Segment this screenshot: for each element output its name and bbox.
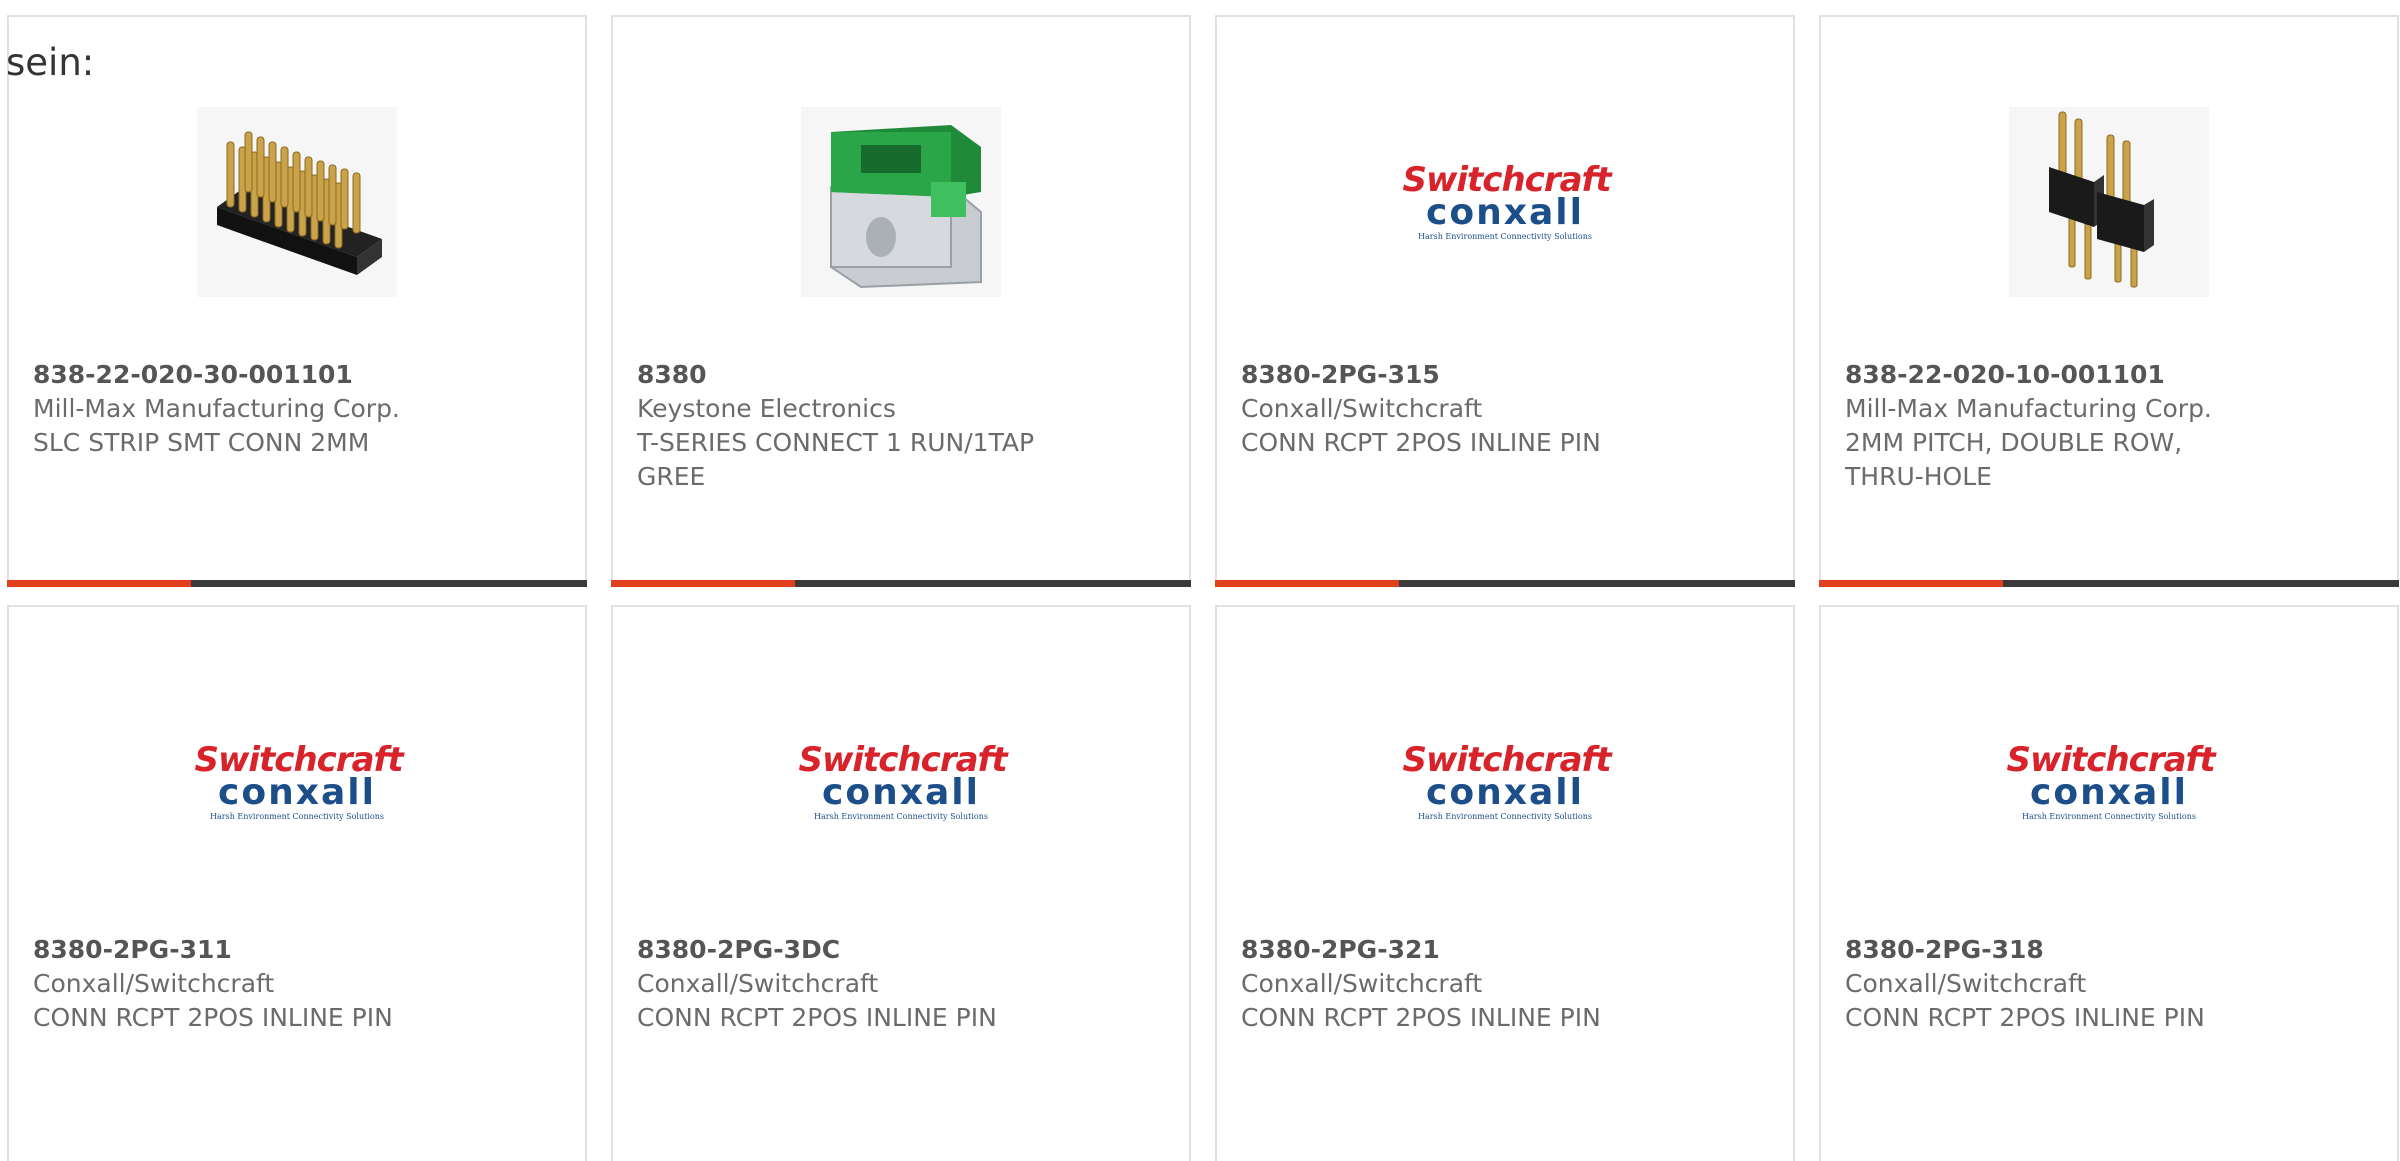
green-connector-image <box>801 107 1001 297</box>
description: SLC STRIP SMT CONN 2MM <box>33 428 370 457</box>
logo-line-2: conxall <box>1426 192 1584 233</box>
part-number[interactable]: 8380-2PG-315 <box>1241 358 1769 392</box>
manufacturer: Conxall/Switchcraft <box>1845 969 2087 998</box>
pin-strip-smt-image <box>197 107 397 297</box>
product-image-wrap: Switchcraft conxall Harsh Environment Co… <box>613 677 1189 887</box>
product-card[interactable]: Switchcraft conxall Harsh Environment Co… <box>611 605 1191 1161</box>
switchcraft-conxall-logo: Switchcraft conxall Harsh Environment Co… <box>799 743 1008 821</box>
description: 2MM PITCH, DOUBLE ROW, THRU-HOLE <box>1845 428 2183 491</box>
part-number[interactable]: 8380-2PG-321 <box>1241 933 1769 967</box>
card-bottom-bar <box>7 580 587 587</box>
product-info: 838-22-020-10-001101 Mill-Max Manufactur… <box>1845 358 2373 494</box>
manufacturer: Keystone Electronics <box>637 394 896 423</box>
product-grid: 838-22-020-30-001101 Mill-Max Manufactur… <box>0 0 2400 1161</box>
product-info: 8380-2PG-321 Conxall/Switchcraft CONN RC… <box>1241 933 1769 1035</box>
product-card[interactable]: 8380 Keystone Electronics T-SERIES CONNE… <box>611 15 1191 587</box>
card-bottom-bar <box>1819 580 2399 587</box>
part-number[interactable]: 8380-2PG-3DC <box>637 933 1165 967</box>
card-bar-accent <box>1215 580 1399 587</box>
description: CONN RCPT 2POS INLINE PIN <box>1241 1003 1601 1032</box>
product-info: 8380 Keystone Electronics T-SERIES CONNE… <box>637 358 1165 494</box>
product-info: 838-22-020-30-001101 Mill-Max Manufactur… <box>33 358 561 460</box>
card-bar-accent <box>611 580 795 587</box>
product-image-wrap: Switchcraft conxall Harsh Environment Co… <box>1217 97 1793 307</box>
description: CONN RCPT 2POS INLINE PIN <box>1845 1003 2205 1032</box>
switchcraft-conxall-logo: Switchcraft conxall Harsh Environment Co… <box>1403 163 1612 241</box>
product-card[interactable]: Switchcraft conxall Harsh Environment Co… <box>1819 605 2399 1161</box>
logo-line-2: conxall <box>1426 772 1584 813</box>
description: CONN RCPT 2POS INLINE PIN <box>637 1003 997 1032</box>
logo-line-3: Harsh Environment Connectivity Solutions <box>210 812 384 821</box>
manufacturer: Conxall/Switchcraft <box>33 969 275 998</box>
product-image-wrap <box>1821 97 2397 307</box>
logo-line-2: conxall <box>822 772 980 813</box>
manufacturer: Mill-Max Manufacturing Corp. <box>33 394 400 423</box>
logo-line-2: conxall <box>2030 772 2188 813</box>
part-number[interactable]: 8380 <box>637 358 1165 392</box>
product-card[interactable]: 838-22-020-30-001101 Mill-Max Manufactur… <box>7 15 587 587</box>
part-number[interactable]: 8380-2PG-318 <box>1845 933 2373 967</box>
part-number[interactable]: 838-22-020-30-001101 <box>33 358 561 392</box>
product-image-wrap <box>613 97 1189 307</box>
product-image-wrap: Switchcraft conxall Harsh Environment Co… <box>9 677 585 887</box>
logo-line-2: conxall <box>218 772 376 813</box>
part-number[interactable]: 8380-2PG-311 <box>33 933 561 967</box>
product-image-wrap: Switchcraft conxall Harsh Environment Co… <box>1217 677 1793 887</box>
product-info: 8380-2PG-315 Conxall/Switchcraft CONN RC… <box>1241 358 1769 460</box>
manufacturer: Mill-Max Manufacturing Corp. <box>1845 394 2212 423</box>
logo-line-3: Harsh Environment Connectivity Solutions <box>814 812 988 821</box>
pin-header-thru-hole-image <box>2009 107 2209 297</box>
switchcraft-conxall-logo: Switchcraft conxall Harsh Environment Co… <box>1403 743 1612 821</box>
product-card[interactable]: Switchcraft conxall Harsh Environment Co… <box>1215 15 1795 587</box>
manufacturer: Conxall/Switchcraft <box>1241 394 1483 423</box>
product-card[interactable]: 838-22-020-10-001101 Mill-Max Manufactur… <box>1819 15 2399 587</box>
switchcraft-conxall-logo: Switchcraft conxall Harsh Environment Co… <box>2007 743 2216 821</box>
product-card[interactable]: Switchcraft conxall Harsh Environment Co… <box>1215 605 1795 1161</box>
description: CONN RCPT 2POS INLINE PIN <box>33 1003 393 1032</box>
description: T-SERIES CONNECT 1 RUN/1TAP GREE <box>637 428 1035 491</box>
product-card[interactable]: Switchcraft conxall Harsh Environment Co… <box>7 605 587 1161</box>
card-bottom-bar <box>1215 580 1795 587</box>
product-info: 8380-2PG-311 Conxall/Switchcraft CONN RC… <box>33 933 561 1035</box>
card-bar-accent <box>7 580 191 587</box>
product-info: 8380-2PG-3DC Conxall/Switchcraft CONN RC… <box>637 933 1165 1035</box>
logo-line-3: Harsh Environment Connectivity Solutions <box>1418 812 1592 821</box>
card-bottom-bar <box>611 580 1191 587</box>
page: sein: 838-22-020-30-001101 Mill-Max Manu… <box>0 0 2400 1161</box>
product-image-wrap <box>9 97 585 307</box>
switchcraft-conxall-logo: Switchcraft conxall Harsh Environment Co… <box>195 743 404 821</box>
logo-line-3: Harsh Environment Connectivity Solutions <box>2022 812 2196 821</box>
part-number[interactable]: 838-22-020-10-001101 <box>1845 358 2373 392</box>
manufacturer: Conxall/Switchcraft <box>637 969 879 998</box>
description: CONN RCPT 2POS INLINE PIN <box>1241 428 1601 457</box>
product-info: 8380-2PG-318 Conxall/Switchcraft CONN RC… <box>1845 933 2373 1035</box>
logo-line-3: Harsh Environment Connectivity Solutions <box>1418 232 1592 241</box>
product-image-wrap: Switchcraft conxall Harsh Environment Co… <box>1821 677 2397 887</box>
card-bar-accent <box>1819 580 2003 587</box>
manufacturer: Conxall/Switchcraft <box>1241 969 1483 998</box>
lead-text: sein: <box>6 41 95 84</box>
